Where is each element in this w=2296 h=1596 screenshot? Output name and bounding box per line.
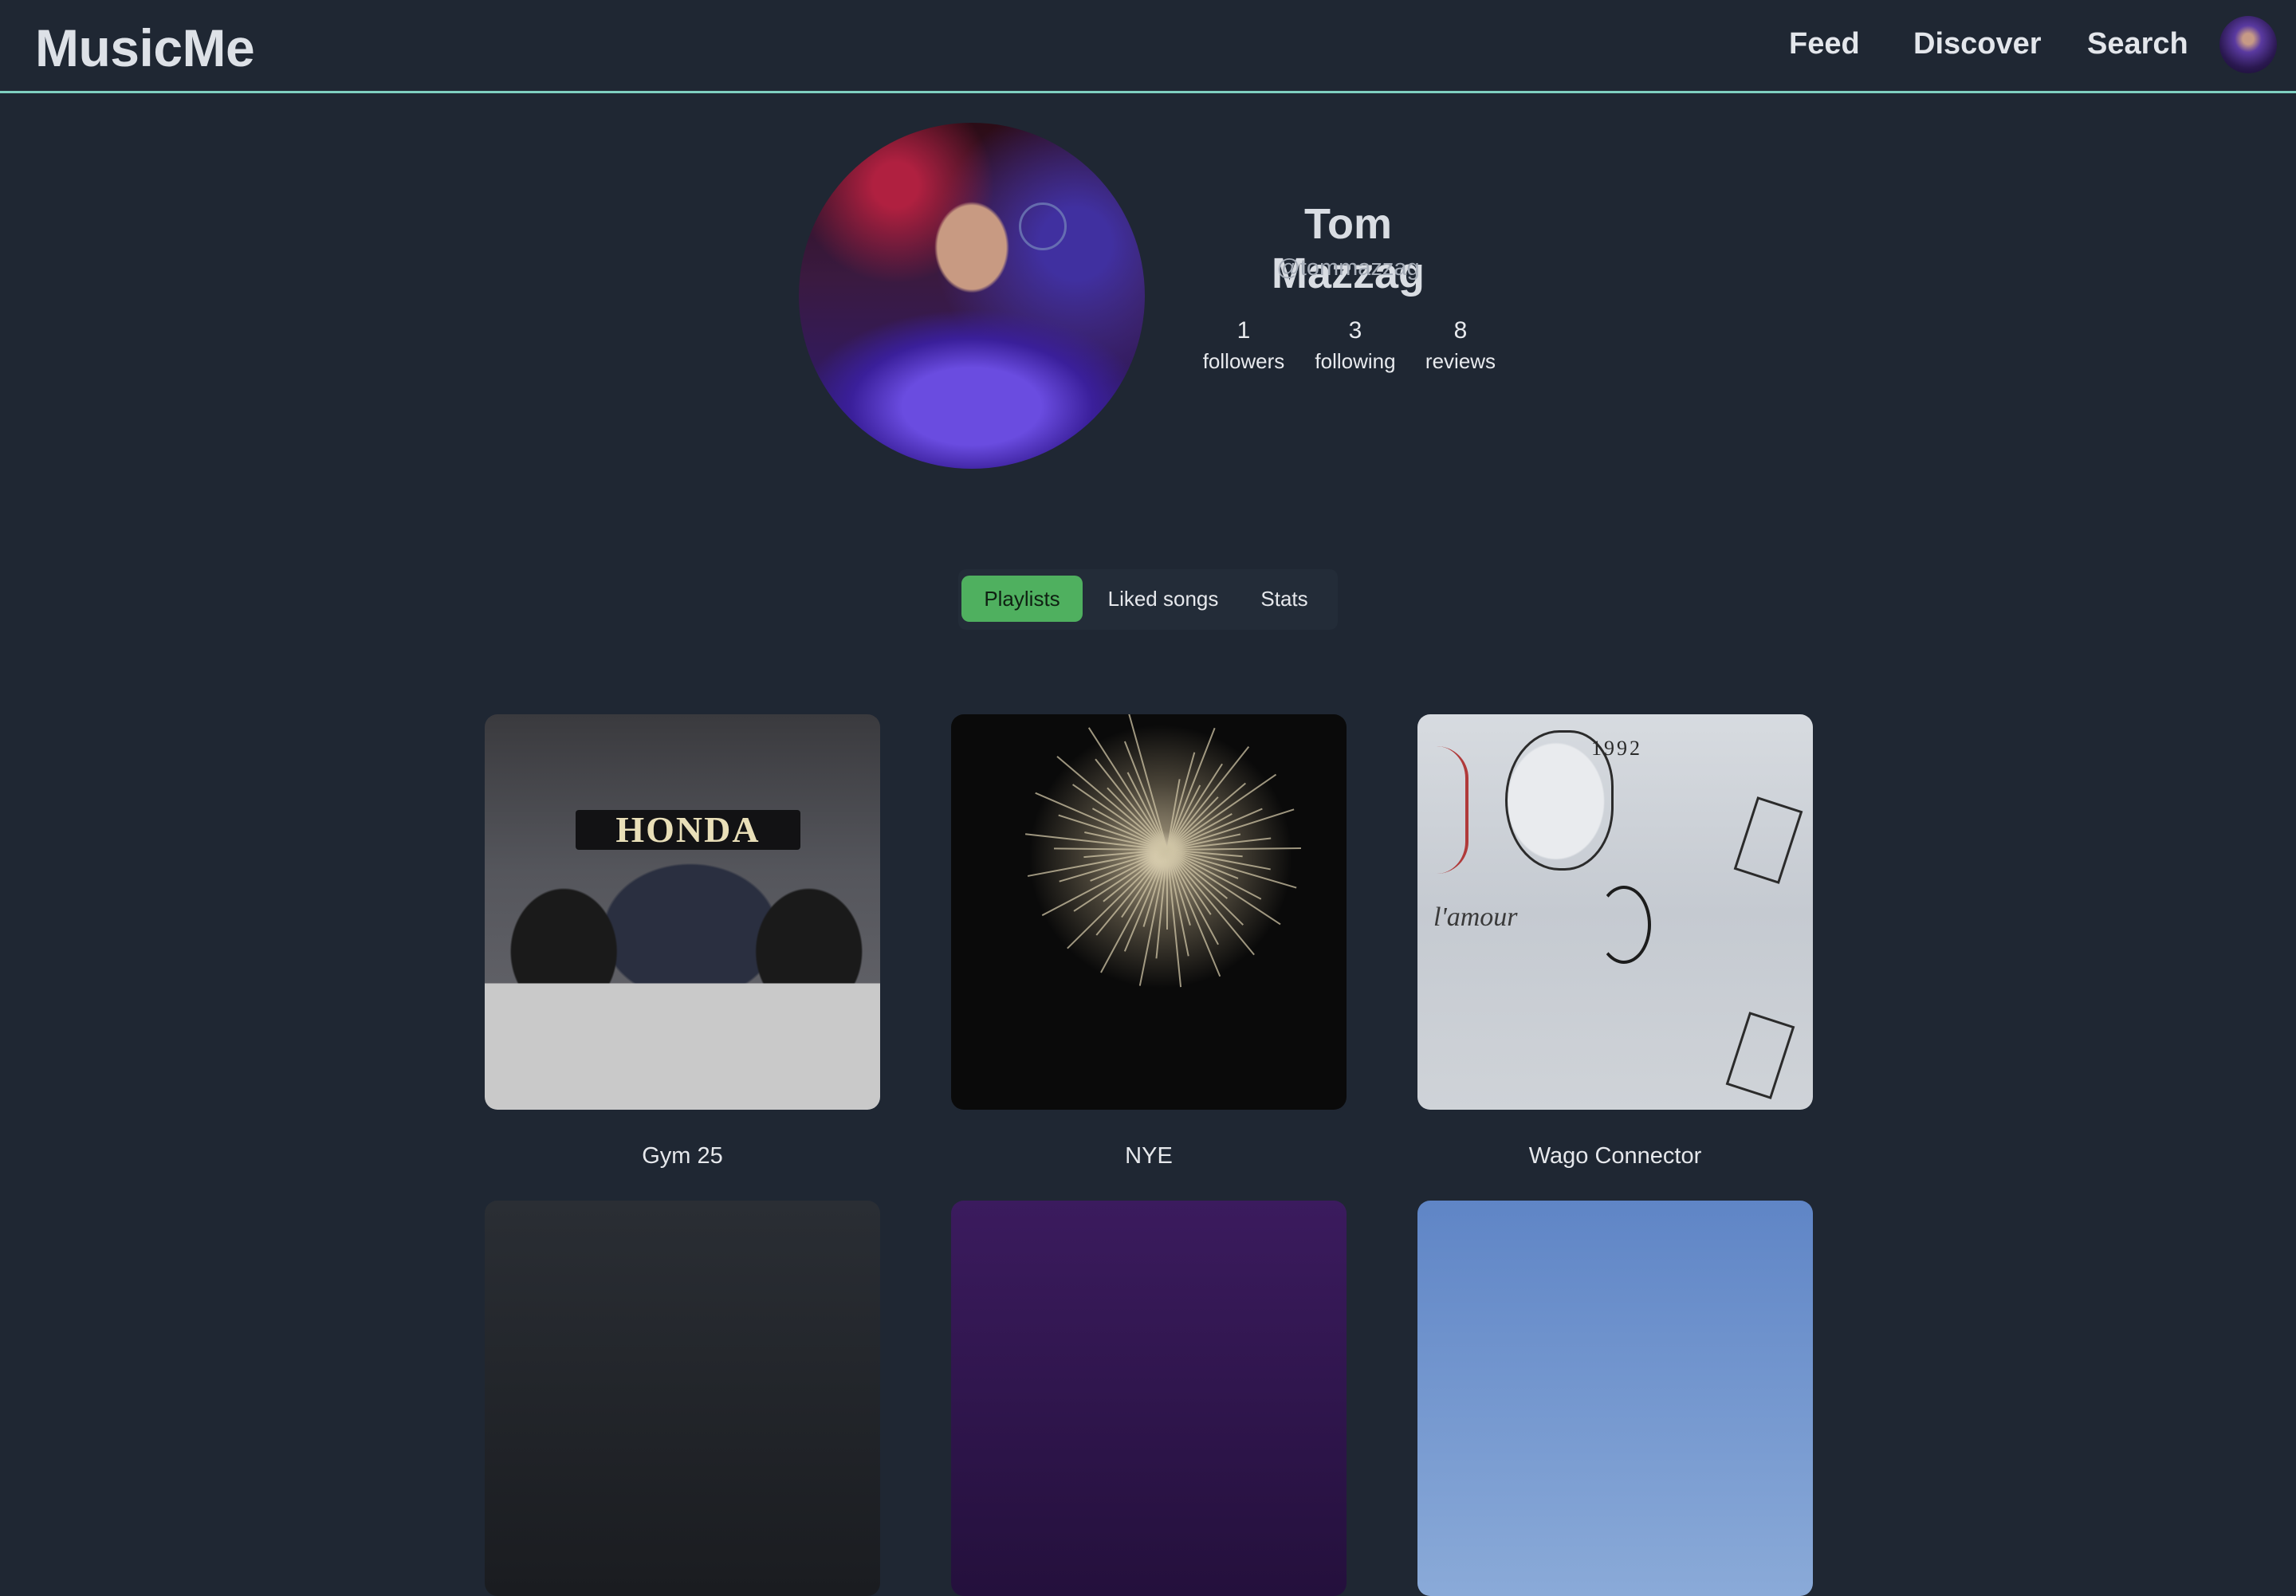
cover-scorpion-drawing — [1417, 746, 1468, 874]
reviews-label: reviews — [1425, 349, 1496, 373]
tab-playlists[interactable]: Playlists — [961, 576, 1083, 622]
cover-year-text: 1992 — [1591, 737, 1642, 760]
playlist-cover — [951, 1201, 1347, 1596]
followers-stat[interactable]: 1 followers — [1196, 317, 1292, 374]
playlist-card[interactable]: NYE — [951, 714, 1347, 1169]
followers-count: 1 — [1236, 317, 1251, 344]
tab-stats[interactable]: Stats — [1240, 576, 1328, 622]
profile-handle: @tommazzag — [1276, 255, 1420, 281]
playlist-cover: 1992 l'amour — [1417, 714, 1813, 1110]
nav-search-link[interactable]: Search — [2087, 27, 2188, 61]
playlist-card[interactable]: 1992 l'amour Wago Connector — [1417, 714, 1813, 1169]
profile-photo — [799, 123, 1145, 469]
tab-liked-songs[interactable]: Liked songs — [1094, 576, 1233, 622]
reviews-count: 8 — [1453, 317, 1468, 344]
playlist-cover — [1417, 1201, 1813, 1596]
following-label: following — [1315, 349, 1396, 373]
cover-text: HONDA — [615, 809, 761, 850]
playlist-title: Wago Connector — [1528, 1143, 1702, 1169]
cover-wing: HONDA — [576, 810, 800, 850]
playlist-card[interactable] — [1417, 1201, 1813, 1596]
profile-tabs: Playlists Liked songs Stats — [958, 569, 1338, 630]
following-stat[interactable]: 3 following — [1307, 317, 1403, 374]
nav-discover-link[interactable]: Discover — [1913, 27, 2042, 61]
user-avatar[interactable] — [2219, 16, 2277, 73]
top-nav: MusicMe Feed Discover Search — [0, 0, 2296, 93]
firework-spark — [1056, 756, 1168, 851]
cover-snake-drawing — [1597, 886, 1651, 964]
playlist-card[interactable] — [951, 1201, 1347, 1596]
playlist-title: NYE — [1125, 1143, 1173, 1169]
followers-label: followers — [1202, 349, 1285, 373]
playlist-title: Gym 25 — [642, 1143, 723, 1169]
cover-amour-text: l'amour — [1433, 902, 1518, 932]
photo-light-ring — [1019, 202, 1067, 250]
playlist-card[interactable]: HONDA Gym 25 — [485, 714, 880, 1169]
playlist-cover — [951, 714, 1347, 1110]
playlist-cover: HONDA — [485, 714, 880, 1110]
cover-crystal-drawing — [1725, 1012, 1795, 1099]
following-count: 3 — [1348, 317, 1362, 344]
playlist-cover — [485, 1201, 880, 1596]
cover-crystal-drawing — [1733, 796, 1803, 884]
firework-spark — [1166, 849, 1255, 956]
profile-name: Tom Mazzag — [1271, 200, 1425, 297]
app-logo[interactable]: MusicMe — [35, 18, 255, 78]
nav-feed-link[interactable]: Feed — [1789, 27, 1860, 61]
playlist-card[interactable] — [485, 1201, 880, 1596]
reviews-stat[interactable]: 8 reviews — [1413, 317, 1508, 374]
